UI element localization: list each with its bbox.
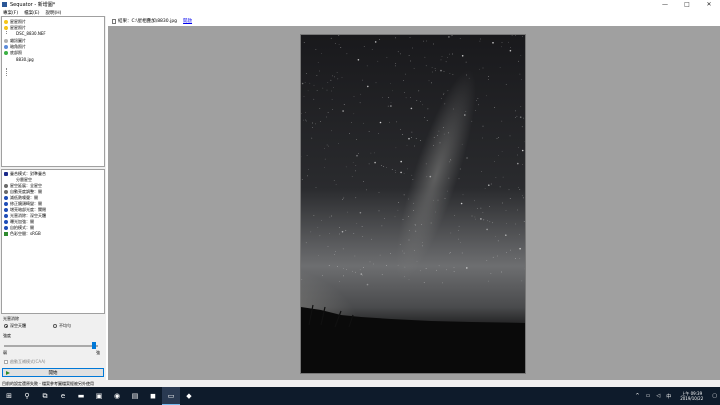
store-icon[interactable]: ▣	[90, 387, 108, 405]
globe-icon	[4, 207, 8, 212]
edge-icon[interactable]: e	[54, 387, 72, 405]
tree-file-star[interactable]: DSC_8830.NEF	[16, 31, 46, 36]
menu-file[interactable]: 檔案(E)	[24, 10, 39, 16]
maximize-button[interactable]: □	[676, 0, 698, 9]
disk-icon	[4, 183, 8, 188]
open-link[interactable]: 開啟	[183, 18, 192, 24]
globe-icon	[4, 225, 8, 230]
radio-label: 深空天體	[10, 323, 26, 328]
search-icon[interactable]: ⚲	[18, 387, 36, 405]
chrome-icon[interactable]: ◉	[108, 387, 126, 405]
vignette-icon	[4, 44, 8, 49]
settings-item[interactable]: 光害消除：深空天體	[4, 213, 46, 218]
app-icon	[2, 2, 7, 7]
volume-icon[interactable]: ◁	[656, 393, 660, 399]
minimize-button[interactable]: —	[654, 0, 676, 9]
clock[interactable]: 上午 09:39 2019/10/22	[680, 391, 703, 401]
radio-deep-sky[interactable]: 深空天體	[4, 323, 26, 329]
file-icon	[112, 18, 116, 24]
globe-icon	[4, 195, 8, 200]
radio-uneven[interactable]: 不均勻	[53, 323, 71, 329]
slider-max-label: 強	[96, 350, 100, 355]
night-sky-image	[301, 35, 525, 373]
app-icon-red[interactable]: ◼	[144, 387, 162, 405]
radio-indicator	[4, 324, 8, 328]
star-folder-icon	[4, 25, 8, 30]
task-view-icon[interactable]: ⧉	[36, 387, 54, 405]
tree-connector	[6, 68, 7, 76]
chevron-up-icon[interactable]: ^	[635, 393, 639, 399]
globe-icon	[4, 219, 8, 224]
tree-item-star-images[interactable]: 星星照片	[4, 19, 26, 24]
slider-thumb[interactable]	[92, 342, 97, 349]
group-title: 光害消除	[3, 316, 19, 321]
settings-label: 色彩空間：sRGB	[10, 230, 41, 236]
play-icon	[6, 371, 10, 375]
output-icon	[4, 231, 8, 236]
merge-icon	[4, 171, 8, 176]
left-panel: 星星照片 星星照片 DSC_8830.NEF 雜訊圖片 暗角照片 底部照 883…	[0, 16, 106, 385]
strength-label: 強度	[3, 333, 11, 338]
close-button[interactable]: ✕	[698, 0, 720, 9]
base-image-icon	[4, 50, 8, 55]
settings-item[interactable]: 修正鏡頭畸變：開	[4, 201, 42, 206]
tree-item-vignette[interactable]: 暗角照片	[4, 44, 26, 49]
light-pollution-group: 光害消除 深空天體 不均勻 強度 弱 強 啟動互補模式(CAA) 開始	[1, 316, 105, 384]
globe-icon	[4, 201, 8, 206]
settings-item[interactable]: 曝光加強：開	[4, 219, 34, 224]
clock-date: 2019/10/22	[680, 396, 704, 401]
tree-label: 星星照片	[10, 24, 26, 30]
preview-image	[300, 34, 526, 374]
calculator-icon[interactable]: ▤	[126, 387, 144, 405]
tree-item-star-images-2[interactable]: 星星照片	[4, 25, 26, 30]
caa-checkbox[interactable]: 啟動互補模式(CAA)	[4, 359, 46, 365]
system-tray: ^ ▭ ◁ 中 上午 09:39 2019/10/22 ▢	[632, 391, 720, 401]
strength-slider[interactable]	[4, 345, 98, 347]
sequator-taskbar-icon[interactable]: ▭	[162, 387, 180, 405]
checkbox-label: 啟動互補模式(CAA)	[10, 359, 46, 364]
menu-help[interactable]: 說明(H)	[45, 10, 61, 16]
image-viewer[interactable]	[108, 26, 720, 385]
settings-item[interactable]: 疊合模式：對準疊合	[4, 171, 46, 176]
image-tree[interactable]: 星星照片 星星照片 DSC_8830.NEF 雜訊圖片 暗角照片 底部照 883…	[1, 16, 105, 167]
settings-item[interactable]: 星空延展：全星空	[4, 183, 42, 188]
tree-file-label: 8830.jpg	[16, 57, 34, 62]
start-label: 開始	[48, 370, 58, 376]
checkbox-box	[4, 360, 8, 364]
ime-icon[interactable]: 中	[666, 393, 671, 400]
settings-item[interactable]: 自動亮度調整：開	[4, 189, 42, 194]
tree-item-noise[interactable]: 雜訊圖片	[4, 38, 26, 43]
start-button[interactable]: 開始	[2, 368, 104, 377]
settings-list[interactable]: 疊合模式：對準疊合 分層星空 星空延展：全星空 自動亮度調整：開 減低熱噪聲：開…	[1, 169, 105, 314]
settings-item[interactable]: 自拍模式：開	[4, 225, 34, 230]
tree-label: 底部照	[10, 49, 22, 55]
network-icon[interactable]: ▭	[646, 393, 651, 399]
tree-file-base[interactable]: 8830.jpg	[16, 57, 34, 62]
output-path: 結果：C:\星相疊加\8830.jpg	[118, 19, 178, 24]
output-bar: 結果：C:\星相疊加\8830.jpg 開啟	[106, 16, 720, 26]
radio-label: 不均勻	[59, 323, 71, 328]
disk-icon	[4, 189, 8, 194]
radio-indicator	[53, 324, 57, 328]
settings-item[interactable]: 增亮暗部光度：關閉	[4, 207, 46, 212]
tree-item-base[interactable]: 底部照	[4, 50, 22, 55]
noise-icon	[4, 38, 8, 43]
star-folder-icon	[4, 19, 8, 24]
globe-icon	[4, 213, 8, 218]
taskbar: ⊞ ⚲ ⧉ e ▬ ▣ ◉ ▤ ◼ ▭ ◆ ^ ▭ ◁ 中 上午 09:39 2…	[0, 387, 720, 405]
status-bar: 目前的設定還原失敗 - 檔案參考圖檔案經被另外使用	[0, 380, 720, 387]
explorer-icon[interactable]: ▬	[72, 387, 90, 405]
location-icon[interactable]: ◆	[180, 387, 198, 405]
settings-item[interactable]: 色彩空間：sRGB	[4, 231, 41, 236]
window-title: Sequator - 新增圖*	[10, 2, 56, 8]
tree-file-label: DSC_8830.NEF	[16, 31, 46, 36]
start-menu-icon[interactable]: ⊞	[0, 387, 18, 405]
menu-project[interactable]: 專案(F)	[3, 10, 18, 16]
notification-icon[interactable]: ▢	[712, 393, 717, 399]
slider-min-label: 弱	[3, 350, 7, 355]
menu-bar: 專案(F) 檔案(E) 說明(H)	[0, 9, 720, 16]
settings-item[interactable]: 分層星空	[16, 177, 32, 182]
settings-item[interactable]: 減低熱噪聲：開	[4, 195, 38, 200]
title-bar: Sequator - 新增圖* — □ ✕	[0, 0, 720, 9]
